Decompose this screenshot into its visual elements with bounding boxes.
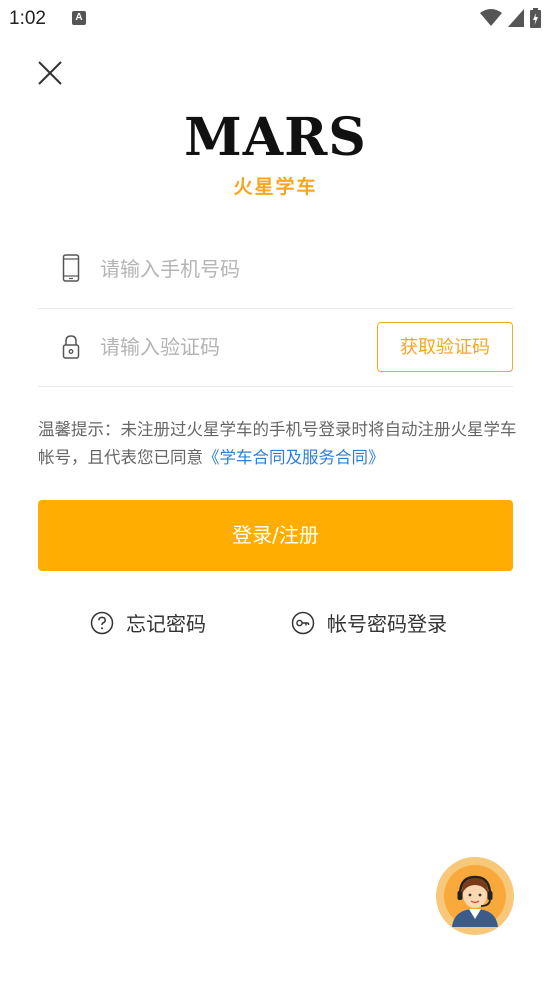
close-icon[interactable]: [36, 59, 64, 87]
key-icon: [291, 611, 315, 634]
login-register-button[interactable]: 登录/注册: [38, 500, 513, 571]
registration-notice: 温馨提示：未注册过火星学车的手机号登录时将自动注册火星学车帐号，且代表您已同意《…: [38, 416, 518, 472]
phone-icon: [62, 254, 80, 282]
wifi-icon: [480, 9, 502, 26]
code-field-row: 获取验证码: [38, 308, 513, 387]
status-bar: 1:02 A: [0, 0, 551, 38]
code-input[interactable]: [98, 330, 302, 364]
forgot-password-label: 忘记密码: [126, 612, 206, 636]
account-password-login-link[interactable]: 帐号密码登录: [291, 608, 447, 637]
customer-service-avatar-icon: [438, 859, 512, 933]
get-code-button[interactable]: 获取验证码: [377, 322, 513, 372]
battery-icon: [530, 8, 541, 28]
logo-subtitle: 火星学车: [233, 176, 318, 198]
logo-wordmark: MARS: [184, 107, 367, 168]
brand-logo: MARS 火星学车: [0, 108, 551, 199]
signal-icon: [508, 9, 524, 27]
status-time: 1:02: [9, 8, 46, 29]
phone-field-row: [38, 230, 513, 309]
status-icons: [480, 8, 541, 28]
lock-icon: [62, 335, 80, 359]
forgot-password-link[interactable]: 忘记密码: [90, 608, 206, 637]
account-login-label: 帐号密码登录: [327, 612, 447, 636]
phone-input[interactable]: [98, 252, 402, 286]
notification-icon: A: [72, 11, 86, 25]
customer-service-button[interactable]: [436, 857, 514, 935]
contract-link[interactable]: 《学车合同及服务合同》: [203, 448, 385, 467]
question-icon: [90, 611, 114, 634]
